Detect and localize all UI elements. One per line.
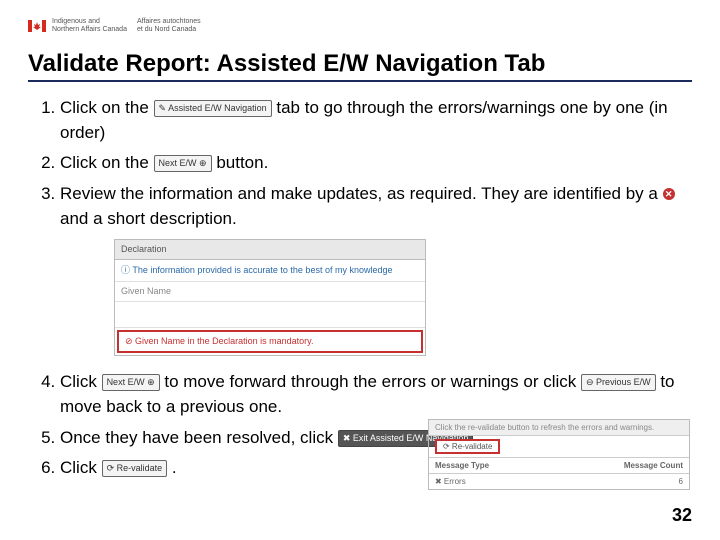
page-number: 32 <box>672 505 692 526</box>
given-name-field <box>115 302 425 328</box>
step-2: Click on the Next E/W ⊕ button. <box>60 151 692 176</box>
declaration-header: Declaration <box>115 240 425 260</box>
errors-label: ✖ Errors <box>435 477 466 486</box>
assisted-ew-tab-button: ✎ Assisted E/W Navigation <box>154 100 272 117</box>
next-ew-button-2: Next E/W ⊕ <box>102 374 160 391</box>
step-4: Click Next E/W ⊕ to move forward through… <box>60 370 692 419</box>
dept-fr-1: Affaires autochtones <box>137 18 201 26</box>
col-message-count: Message Count <box>624 461 683 470</box>
dept-fr-2: et du Nord Canada <box>137 26 201 34</box>
message-table-header: Message Type Message Count <box>429 458 689 474</box>
given-name-label: Given Name <box>115 282 425 302</box>
revalidate-button: ⟳ Re-validate <box>102 460 168 477</box>
revalidate-highlighted-button: ⟳ Re-validate <box>435 439 500 454</box>
revalidate-button-row: ⟳ Re-validate <box>429 436 689 458</box>
revalidate-hint: Click the re-validate button to refresh … <box>429 420 689 436</box>
error-icon: ✕ <box>663 188 675 200</box>
col-message-type: Message Type <box>435 461 489 470</box>
declaration-screenshot: Declaration The information provided is … <box>114 239 426 356</box>
canada-flag-icon <box>28 20 46 32</box>
previous-ew-button: ⊖ Previous E/W <box>581 374 656 391</box>
given-name-error: Given Name in the Declaration is mandato… <box>117 330 423 353</box>
declaration-info: The information provided is accurate to … <box>115 260 425 282</box>
dept-en-2: Northern Affairs Canada <box>52 26 127 34</box>
gov-header: Indigenous and Northern Affairs Canada A… <box>28 12 692 40</box>
page-title: Validate Report: Assisted E/W Navigation… <box>28 50 692 82</box>
step-3: Review the information and make updates,… <box>60 182 692 357</box>
dept-en-1: Indigenous and <box>52 18 127 26</box>
next-ew-button: Next E/W ⊕ <box>154 155 212 172</box>
errors-count: 6 <box>679 477 683 486</box>
department-name: Indigenous and Northern Affairs Canada A… <box>52 18 201 33</box>
message-table-row: ✖ Errors 6 <box>429 474 689 489</box>
step-1: Click on the ✎ Assisted E/W Navigation t… <box>60 96 692 145</box>
revalidate-screenshot: Click the re-validate button to refresh … <box>428 419 690 490</box>
